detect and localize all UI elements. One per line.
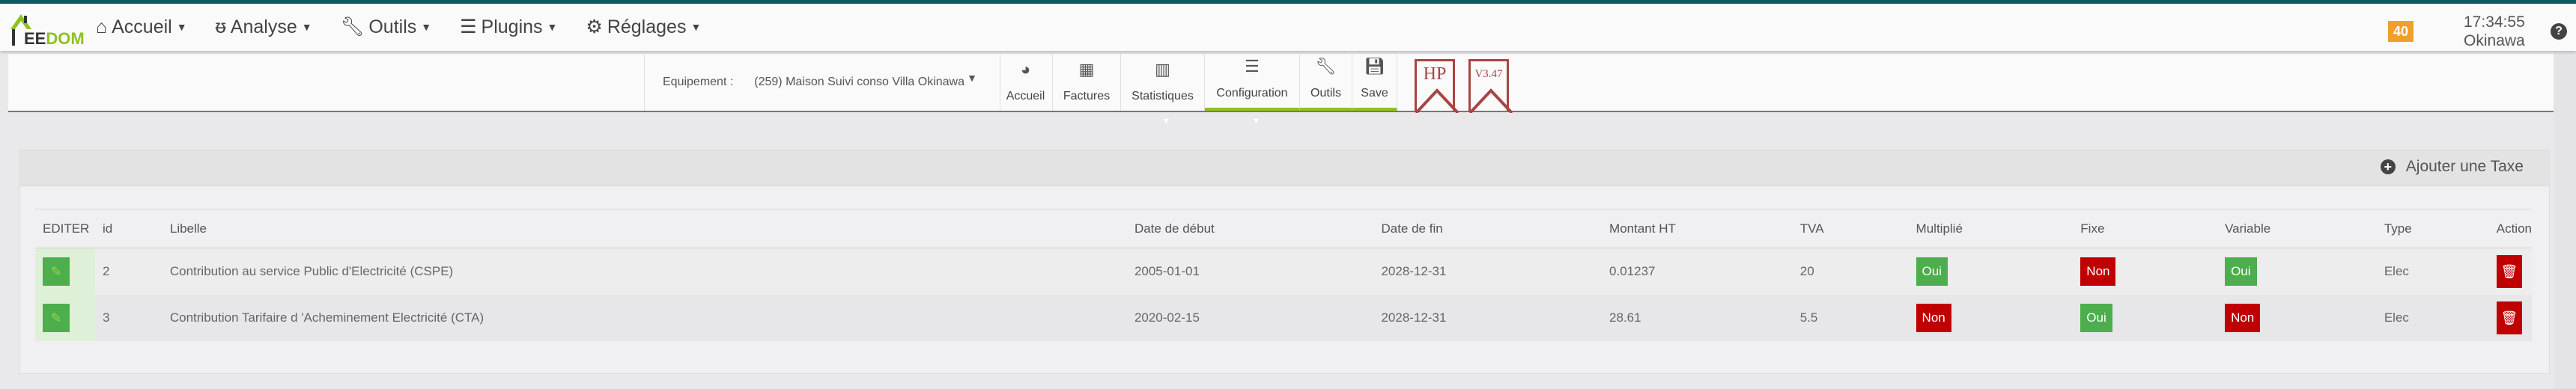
plugin-toolbar: Equipement : (259) Maison Suivi conso Vi…: [8, 54, 2563, 112]
caret-down-icon: ▼: [547, 21, 558, 33]
tab-factures[interactable]: ▦ Factures: [1053, 54, 1121, 111]
nav-reglages[interactable]: ⚙ Réglages ▼: [586, 16, 701, 38]
nav-accueil[interactable]: ⌂ Accueil ▼: [96, 16, 187, 38]
caret-down-icon: ▼: [690, 21, 702, 33]
trash-icon: 🗑︎: [2500, 310, 2518, 325]
panel-header: + Ajouter une Taxe: [20, 150, 2549, 186]
tab-accueil[interactable]: ◕ Accueil: [999, 54, 1053, 111]
trash-icon: 🗑︎: [2500, 263, 2518, 279]
nav-analyse[interactable]: ᵿ Analyse ▼: [216, 16, 312, 38]
tab-outils[interactable]: 🔧︎ Outils: [1300, 54, 1352, 111]
tab-configuration[interactable]: ☰ Configuration: [1205, 54, 1300, 111]
pencil-icon: ✎: [50, 310, 62, 325]
multiplie-badge: Oui: [1916, 257, 1948, 286]
top-navbar: EEDOM ⌂ Accueil ▼ ᵿ Analyse ▼ 🔧︎ Outils ▼ ☰ Plu…: [0, 0, 2576, 51]
table-row: ✎ 2 Contribution au service Public d'Ele…: [35, 248, 2532, 295]
variable-badge: Oui: [2225, 257, 2257, 286]
pencil-icon: ✎: [50, 263, 62, 279]
fixe-badge: Oui: [2080, 303, 2112, 332]
bar-chart-icon: ▥: [1155, 60, 1170, 79]
nav-outils[interactable]: 🔧︎ Outils ▼: [341, 16, 432, 38]
hp-ribbon[interactable]: HP: [1415, 59, 1459, 113]
caret-down-icon: ▼: [176, 21, 187, 33]
clock: 17:34:55 Okinawa: [2464, 13, 2525, 49]
caret-down-icon: ▼: [967, 72, 977, 84]
delete-button[interactable]: 🗑︎: [2496, 254, 2522, 288]
multiplie-badge: Non: [1916, 303, 1951, 332]
equipment-select[interactable]: Equipement : (259) Maison Suivi conso Vi…: [644, 54, 1000, 111]
fixe-badge: Non: [2080, 257, 2116, 286]
caret-down-icon: ▼: [301, 21, 312, 33]
tab-statistiques[interactable]: ▥ Statistiques: [1121, 54, 1205, 111]
wrench-icon: 🔧︎: [1315, 57, 1337, 76]
home-icon: ⌂: [96, 16, 108, 37]
nav-plugins[interactable]: ☰ Plugins ▼: [460, 16, 557, 38]
taxes-table: EDITER id Libelle Date de début Date de fin M…: [35, 209, 2532, 341]
table-icon: ▦: [1078, 60, 1095, 79]
edit-button[interactable]: ✎: [43, 257, 70, 286]
list-icon: ☰: [460, 16, 477, 37]
server-icon: ☰: [1245, 57, 1260, 76]
caret-down-icon: ▼: [421, 21, 432, 33]
plus-circle-icon: +: [2380, 159, 2396, 174]
edit-button[interactable]: ✎: [43, 303, 70, 332]
help-icon[interactable]: ?: [2551, 23, 2567, 40]
message-count-badge[interactable]: 40: [2388, 21, 2414, 42]
save-button[interactable]: 💾︎ Save: [1352, 54, 1397, 111]
table-header-row: EDITER id Libelle Date de début Date de fin M…: [35, 209, 2532, 248]
version-ribbon[interactable]: V3.47: [1468, 59, 1513, 113]
dashboard-icon: ◕: [1020, 60, 1031, 79]
submenu-indicator-icon: ▼: [1252, 117, 1260, 126]
stethoscope-icon: ᵿ: [215, 16, 226, 37]
table-row: ✎ 3 Contribution Tarifaire d 'Achemineme…: [35, 294, 2532, 341]
delete-button[interactable]: 🗑︎: [2496, 301, 2522, 334]
floppy-icon: 💾︎: [1364, 57, 1385, 76]
scrollbar[interactable]: [2554, 51, 2576, 389]
wrench-icon: 🔧︎: [340, 16, 365, 37]
taxes-panel: + Ajouter une Taxe EDITER id Libelle Date de…: [19, 150, 2550, 374]
variable-badge: Non: [2225, 303, 2261, 332]
add-tax-button[interactable]: + Ajouter une Taxe: [2380, 158, 2524, 176]
submenu-indicator-icon: ▼: [1162, 117, 1170, 126]
gear-icon: ⚙: [586, 16, 603, 37]
jeedom-logo[interactable]: EEDOM: [7, 11, 85, 49]
